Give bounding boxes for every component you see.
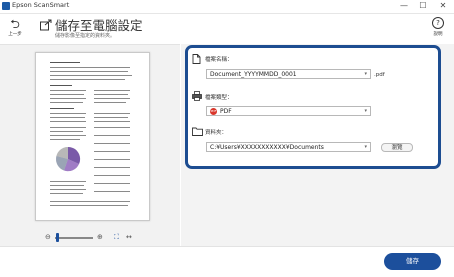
- back-button[interactable]: ⮌ 上一步: [4, 18, 26, 40]
- help-icon: ?: [432, 17, 444, 29]
- filetype-label: 檔案類型：: [205, 95, 233, 101]
- filetype-value: PDF: [220, 108, 232, 115]
- folder-select[interactable]: C:¥Users¥XXXXXXXXXXX¥Documents ▾: [206, 142, 371, 152]
- app-icon: [2, 2, 10, 10]
- folder-value: C:¥Users¥XXXXXXXXXXX¥Documents: [210, 144, 324, 151]
- minimize-button[interactable]: —: [397, 0, 411, 13]
- folder-label: 資料夾：: [205, 130, 228, 136]
- save-to-computer-icon: [40, 16, 52, 31]
- save-button[interactable]: 儲存: [384, 253, 441, 270]
- filename-value: Document_YYYYMMDD_0001: [210, 71, 297, 78]
- chevron-down-icon[interactable]: ▾: [364, 70, 367, 78]
- help-label: 說明: [433, 32, 443, 37]
- folder-icon: [192, 127, 203, 136]
- fit-page-icon[interactable]: ⛶: [114, 233, 119, 242]
- zoom-in-icon[interactable]: ⊕: [97, 233, 103, 241]
- pdf-icon: PDF: [210, 108, 217, 115]
- page-subtitle: 儲存影像至指定的資料夾。: [55, 33, 116, 39]
- maximize-button[interactable]: ☐: [416, 0, 430, 13]
- printer-icon: [192, 91, 202, 101]
- filename-label: 檔案名稱：: [205, 57, 233, 63]
- file-icon: [192, 54, 201, 64]
- close-window-button[interactable]: ✕: [436, 0, 450, 13]
- swap-icon[interactable]: ↔: [126, 233, 132, 241]
- chevron-down-icon[interactable]: ▾: [364, 107, 367, 115]
- filetype-select[interactable]: PDF PDF ▾: [206, 106, 371, 116]
- preview-pie-icon: [56, 146, 81, 172]
- chevron-down-icon[interactable]: ▾: [364, 143, 367, 151]
- back-arrow-icon: ⮌: [10, 17, 20, 31]
- browse-button[interactable]: 瀏覽: [381, 143, 413, 152]
- document-preview: [35, 52, 150, 221]
- zoom-slider-track[interactable]: [55, 237, 93, 239]
- zoom-slider-handle[interactable]: [56, 233, 59, 242]
- filename-extension: .pdf: [374, 72, 385, 78]
- zoom-out-icon[interactable]: ⊖: [45, 233, 51, 241]
- window-title: Epson ScanSmart: [12, 1, 70, 9]
- back-label: 上一步: [8, 32, 22, 37]
- help-button[interactable]: ? 說明: [426, 17, 450, 41]
- filename-input[interactable]: Document_YYYYMMDD_0001 ▾: [206, 69, 371, 79]
